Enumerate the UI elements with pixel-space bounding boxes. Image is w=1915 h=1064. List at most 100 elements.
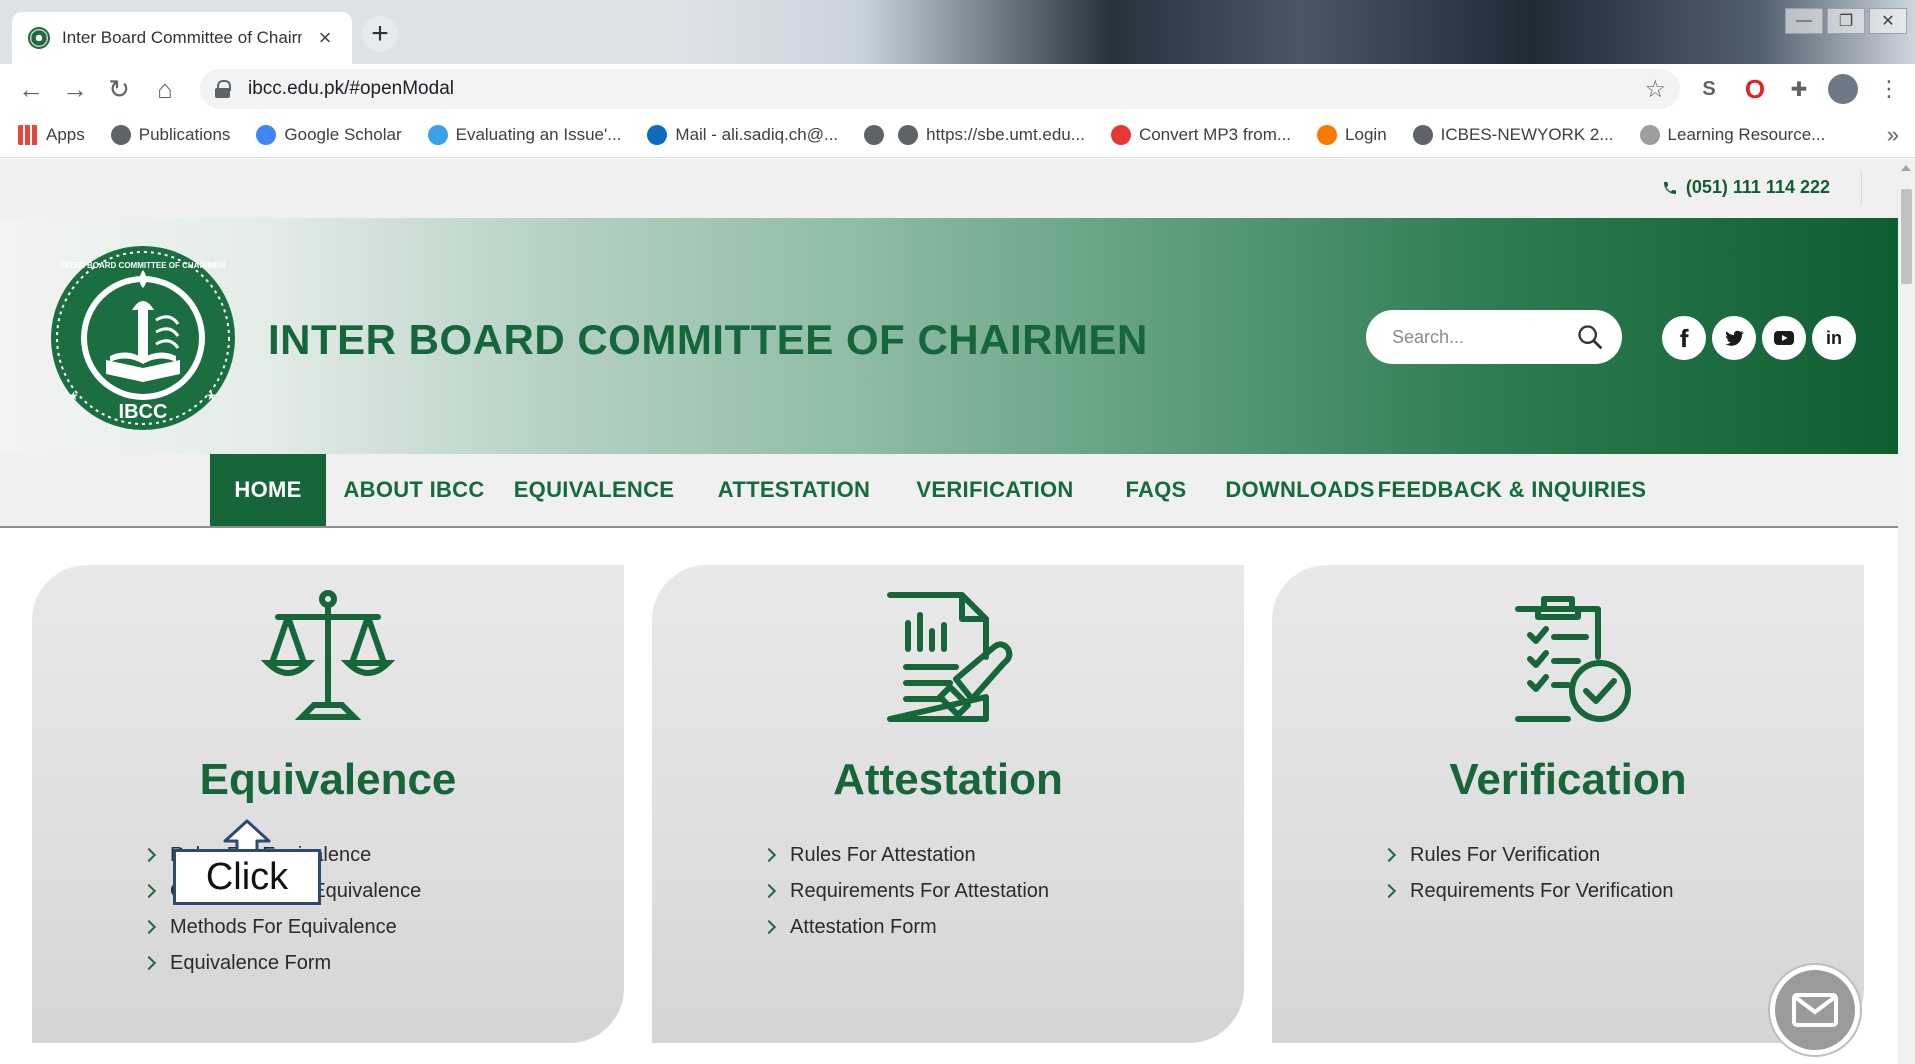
globe-icon: [898, 124, 919, 145]
bookmark-item[interactable]: Evaluating an Issue'...: [427, 124, 621, 145]
bookmark-item[interactable]: ICBES-NEWYORK 2...: [1412, 124, 1614, 145]
phone-number[interactable]: (051) 111 114 222: [1662, 177, 1830, 198]
chrome-app-icon: [427, 124, 448, 145]
callout-label: Click: [173, 849, 321, 905]
profile-avatar[interactable]: [1828, 74, 1858, 104]
close-icon[interactable]: ×: [314, 25, 336, 51]
nav-item-feedback-inquiries[interactable]: FEEDBACK & INQUIRIES: [1378, 454, 1646, 526]
card-link-label: Requirements For Attestation: [790, 879, 1050, 902]
search-input[interactable]: [1392, 326, 1572, 348]
bookmark-label: Publications: [138, 124, 231, 144]
bookmark-item[interactable]: Convert MP3 from...: [1110, 124, 1292, 145]
bookmark-star-icon[interactable]: ☆: [1644, 75, 1666, 104]
extensions-puzzle-icon[interactable]: ✚: [1784, 74, 1814, 104]
nav-item-verification[interactable]: VERIFICATION: [908, 454, 1082, 526]
scroll-up-icon[interactable]: [1901, 165, 1911, 171]
bookmark-item[interactable]: Mail - ali.sadiq.ch@...: [647, 124, 839, 145]
bookmark-item[interactable]: Google Scholar: [256, 124, 402, 145]
address-bar[interactable]: ibcc.edu.pk/#openModal ☆: [200, 69, 1680, 109]
twitter-icon[interactable]: [1712, 316, 1756, 360]
ibcc-favicon-icon: [28, 27, 50, 49]
download-icon: [1110, 124, 1131, 145]
nav-item-attestation[interactable]: ATTESTATION: [712, 454, 876, 526]
minimize-icon[interactable]: —: [1785, 8, 1823, 34]
card-link[interactable]: Attestation Form: [761, 909, 1049, 945]
card-link[interactable]: Rules For Verification: [1381, 837, 1673, 873]
close-window-icon[interactable]: ✕: [1869, 8, 1907, 34]
bookmark-item[interactable]: [864, 124, 885, 145]
lock-icon: [214, 80, 232, 98]
bookmarks-bar: Apps Publications Google Scholar Evaluating…: [0, 112, 1915, 158]
bookmark-item[interactable]: Login: [1317, 124, 1387, 145]
bookmark-label: Login: [1345, 124, 1387, 144]
skype-extension-icon[interactable]: S: [1694, 74, 1724, 104]
forward-arrow-icon[interactable]: →: [58, 72, 92, 106]
linkedin-icon[interactable]: in: [1812, 316, 1856, 360]
globe-icon: [864, 124, 885, 145]
card-link[interactable]: Requirements For Verification: [1381, 873, 1673, 909]
reload-icon[interactable]: ↻: [102, 72, 136, 106]
bookmark-label: Google Scholar: [284, 124, 402, 144]
card-verification: Verification Rules For Verification Requi…: [1272, 565, 1864, 1043]
card-link-label: Equivalence Form: [170, 951, 332, 974]
chevron-right-icon: [761, 919, 777, 935]
facebook-icon[interactable]: [1662, 316, 1706, 360]
nav-item-about-ibcc[interactable]: ABOUT IBCC: [330, 454, 498, 526]
contact-topbar: (051) 111 114 222: [0, 159, 1898, 218]
chevron-right-icon: [761, 883, 777, 899]
search-icon[interactable]: [1576, 323, 1604, 351]
svg-text:IBCC: IBCC: [119, 401, 168, 423]
new-tab-button[interactable]: +: [362, 16, 398, 52]
card-attestation: Attestation Rules For Attestation Require…: [652, 565, 1244, 1043]
ibcc-logo[interactable]: IBCC INTER BOARD COMMITTEE OF CHAIRMEN ★…: [48, 240, 238, 436]
card-link[interactable]: Rules For Attestation: [761, 837, 1049, 873]
clipboard-check-icon: [1515, 596, 1631, 722]
site-header: IBCC INTER BOARD COMMITTEE OF CHAIRMEN ★…: [0, 218, 1898, 454]
restore-icon[interactable]: ❐: [1827, 8, 1865, 34]
bookmark-item[interactable]: Learning Resource...: [1639, 124, 1825, 145]
bookmark-item[interactable]: Publications: [110, 124, 231, 145]
svg-text:★: ★: [206, 389, 217, 403]
outlook-icon: [647, 124, 668, 145]
more-bookmarks-icon[interactable]: »: [1887, 122, 1899, 148]
card-title: Verification: [1449, 755, 1687, 804]
nav-item-home[interactable]: HOME: [210, 454, 326, 526]
youtube-icon[interactable]: [1762, 316, 1806, 360]
nav-item-faqs[interactable]: FAQS: [1104, 454, 1208, 526]
card-link-label: Rules For Attestation: [790, 843, 976, 866]
browser-tab[interactable]: Inter Board Committee of Chairm ×: [12, 12, 352, 64]
browser-toolbar: ← → ↻ ⌂ ibcc.edu.pk/#openModal ☆ S O ✚ ⋮: [0, 64, 1915, 112]
chevron-right-icon: [761, 847, 777, 863]
chevron-right-icon: [1381, 883, 1397, 899]
browser-titlebar: Inter Board Committee of Chairm × + — ❐ …: [0, 0, 1915, 64]
bookmark-item[interactable]: Apps: [18, 124, 85, 145]
card-link[interactable]: Equivalence Form: [141, 945, 421, 981]
bookmark-item[interactable]: https://sbe.umt.edu...: [898, 124, 1085, 145]
scroll-thumb[interactable]: [1901, 189, 1912, 284]
search-box: [1366, 310, 1622, 364]
bookmark-label: ICBES-NEWYORK 2...: [1440, 124, 1614, 144]
chevron-right-icon: [141, 847, 157, 863]
bookmark-label: Mail - ali.sadiq.ch@...: [675, 124, 839, 144]
bookmark-label: Convert MP3 from...: [1138, 124, 1292, 144]
menu-kebab-icon[interactable]: ⋮: [1874, 74, 1904, 104]
card-link-label: Methods For Equivalence: [170, 915, 397, 938]
svg-text:★: ★: [68, 389, 79, 403]
card-link[interactable]: Requirements For Attestation: [761, 873, 1050, 909]
chevron-right-icon: [141, 883, 157, 899]
globe-icon: [110, 124, 131, 145]
card-title: Equivalence: [199, 755, 457, 804]
opera-extension-icon[interactable]: O: [1740, 74, 1770, 104]
scholar-icon: [256, 124, 277, 145]
home-icon[interactable]: ⌂: [148, 72, 182, 106]
login-icon: [1317, 124, 1338, 145]
card-link[interactable]: Methods For Equivalence: [141, 909, 421, 945]
back-arrow-icon[interactable]: ←: [14, 72, 48, 106]
contact-mail-button[interactable]: [1770, 965, 1860, 1055]
nav-item-downloads[interactable]: DOWNLOADS: [1214, 454, 1386, 526]
page-scrollbar[interactable]: [1898, 159, 1915, 1064]
nav-item-equivalence[interactable]: EQUIVALENCE: [512, 454, 676, 526]
up-arrow-icon: [223, 819, 271, 853]
window-controls: — ❐ ✕: [1785, 8, 1907, 34]
card-links: Rules For Verification Requirements For V…: [1381, 837, 1673, 909]
